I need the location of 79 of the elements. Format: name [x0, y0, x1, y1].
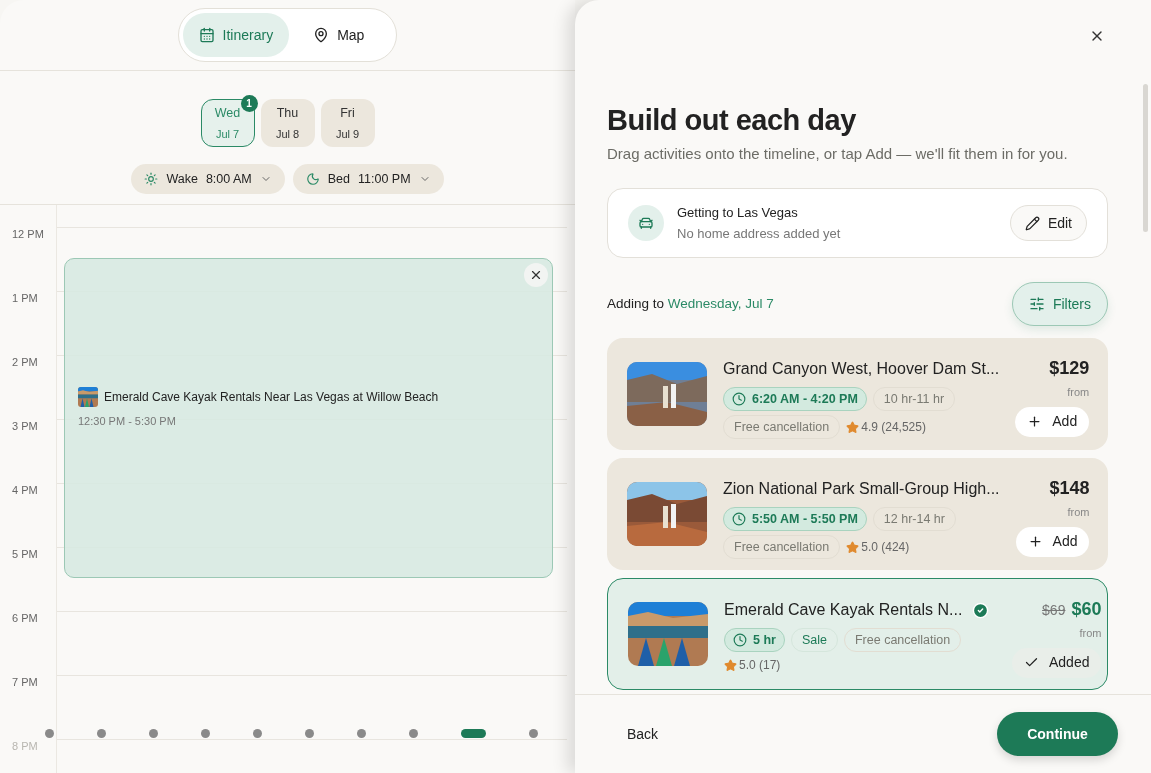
weekday-label: Wed	[214, 104, 241, 122]
sun-icon	[144, 172, 159, 186]
weekday-label: Thu	[276, 104, 299, 122]
filters-button[interactable]: Filters	[1011, 282, 1108, 326]
time-chip: 5 hr	[724, 628, 785, 652]
sliders-icon	[1028, 296, 1045, 312]
date-label: Jul 8	[275, 126, 300, 142]
old-price: $69	[1042, 601, 1066, 620]
scroll-thumb[interactable]	[1143, 84, 1148, 232]
event-title: Emerald Cave Kayak Rentals Near Las Vegas at Willow Beach	[104, 388, 439, 406]
count-badge: 1	[240, 95, 258, 112]
panel-title: Build out each day	[607, 103, 857, 138]
time-value: 8:00 AM	[205, 170, 252, 188]
moon-icon	[305, 172, 320, 186]
from-label: from	[1079, 626, 1102, 641]
add-button[interactable]: Add	[1015, 406, 1090, 437]
hour-label: 7 PM	[12, 676, 38, 688]
clock-icon	[732, 392, 746, 406]
activity-card[interactable]: Grand Canyon West, Hoover Dam St... 6:20 AM - 4:20 PM 10 hr-11 hr Free cancellation 4.9 (24,525) $129 from Add	[607, 338, 1108, 450]
wake-time-dropdown[interactable]: Wake 8:00 AM	[131, 164, 285, 194]
view-tab[interactable]: Itinerary	[182, 13, 290, 57]
date-label: Jul 7	[215, 126, 240, 142]
add-button[interactable]: Add	[1015, 526, 1090, 557]
hour-label: 6 PM	[12, 612, 38, 624]
back-button[interactable]: Back	[627, 723, 659, 745]
weekday-label: Fri	[340, 104, 355, 122]
pencil-icon	[1024, 215, 1040, 231]
rating: 5.0 (424)	[846, 538, 910, 556]
plus-icon	[1027, 534, 1043, 549]
day-chip[interactable]: Thu Jul 8	[260, 99, 315, 147]
panel-subtitle: Drag activities onto the timeline, or tap Add — we'll fit them in for you.	[607, 144, 1069, 164]
star-icon	[724, 658, 737, 672]
time-label: Wake	[166, 170, 198, 188]
edit-button[interactable]: Edit	[1009, 205, 1087, 241]
hour-label: 4 PM	[12, 484, 38, 496]
view-tab[interactable]: Map	[297, 13, 381, 57]
hour-label: 1 PM	[12, 292, 38, 304]
hour-label: 5 PM	[12, 548, 38, 560]
pin-icon	[313, 27, 330, 43]
activity-card[interactable]: Emerald Cave Kayak Rentals N... 5 hr Sale Free cancellation 5.0 (17) $69 $60 from Added	[607, 578, 1108, 690]
price: $148	[1049, 477, 1090, 500]
continue-button[interactable]: Continue	[997, 712, 1118, 756]
bed-time-dropdown[interactable]: Bed 11:00 PM	[292, 164, 444, 194]
adding-to-text: Adding to Wednesday, Jul 7	[607, 294, 774, 313]
close-button[interactable]	[524, 263, 548, 287]
hour-label: 8 PM	[12, 740, 38, 752]
event-time: 12:30 PM - 5:30 PM	[78, 413, 177, 429]
time-value: 11:00 PM	[358, 170, 411, 188]
added-button[interactable]: Added	[1012, 647, 1102, 678]
rating: 4.9 (24,525)	[846, 418, 926, 436]
activity-card[interactable]: Zion National Park Small-Group High... 5:50 AM - 5:50 PM 12 hr-14 hr Free cancellation 5.0 (424) $148 from Add	[607, 458, 1108, 570]
close-icon	[529, 268, 543, 282]
car-icon	[628, 205, 664, 241]
activity-title: Emerald Cave Kayak Rentals N...	[724, 600, 963, 620]
travel-subtitle: No home address added yet	[677, 225, 842, 243]
clock-icon	[733, 633, 747, 647]
from-label: from	[1067, 505, 1090, 520]
calendar-icon	[198, 27, 215, 43]
hour-label: 3 PM	[12, 420, 38, 432]
hour-label: 12 PM	[12, 228, 44, 240]
star-icon	[846, 420, 860, 434]
activity-title: Zion National Park Small-Group High...	[723, 479, 1000, 499]
travel-title: Getting to Las Vegas	[677, 203, 799, 222]
date-label: Jul 9	[335, 126, 360, 142]
price: $60	[1071, 598, 1102, 621]
price: $129	[1049, 357, 1090, 380]
check-icon	[972, 601, 990, 619]
activity-title: Grand Canyon West, Hoover Dam St...	[723, 359, 1000, 379]
from-label: from	[1067, 385, 1090, 400]
hour-label: 2 PM	[12, 356, 38, 368]
plus-icon	[1027, 414, 1043, 429]
day-chip[interactable]: Fri Jul 9	[320, 99, 375, 147]
time-chip: 5:50 AM - 5:50 PM	[723, 507, 867, 531]
star-icon	[846, 540, 860, 554]
event-block[interactable]: Emerald Cave Kayak Rentals Near Las Vegas at Willow Beach 12:30 PM - 5:30 PM	[64, 258, 553, 578]
clock-icon	[732, 512, 746, 526]
rating: 5.0 (17)	[724, 656, 781, 674]
time-label: Bed	[327, 170, 350, 188]
time-chip: 6:20 AM - 4:20 PM	[723, 387, 867, 411]
